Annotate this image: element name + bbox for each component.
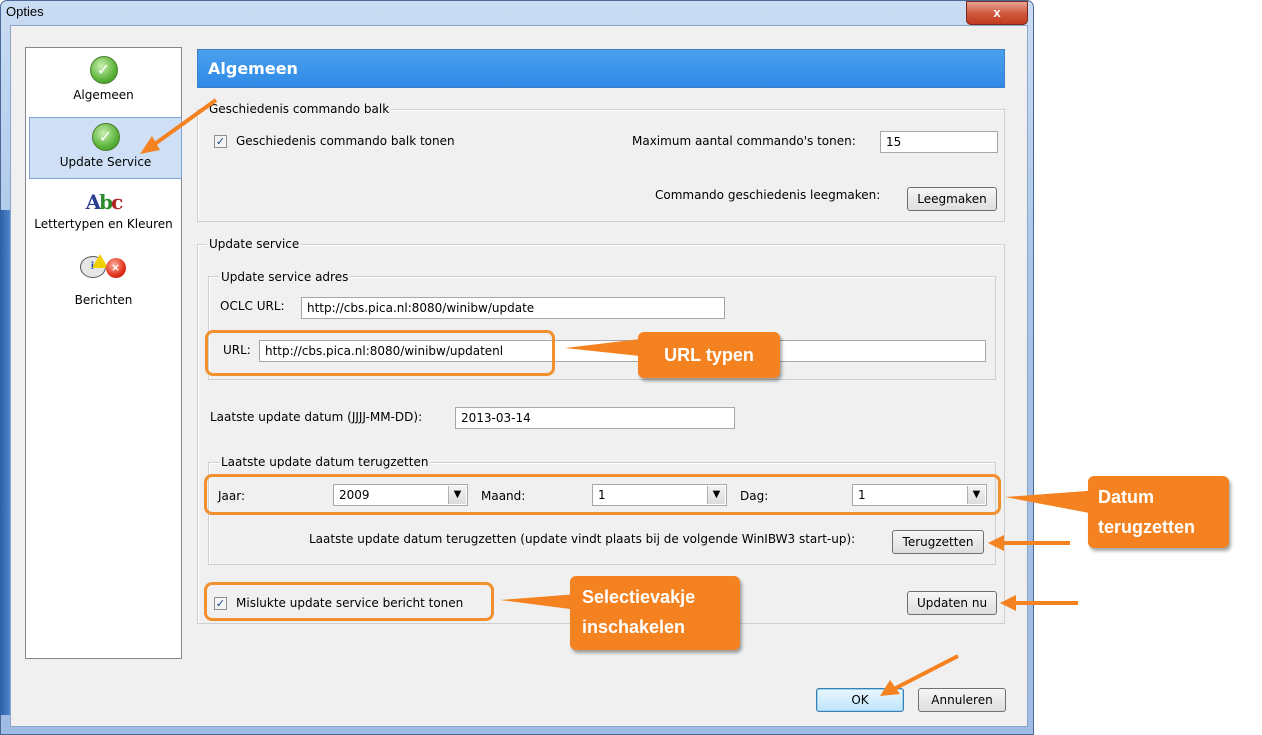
callout-checkbox: Selectievakje inschakelen	[570, 576, 740, 650]
callout-date-line1: Datum	[1098, 487, 1155, 507]
callout-checkbox-line2: inschakelen	[582, 617, 686, 637]
arrow-ok	[891, 654, 959, 692]
date-callout-pointer	[1005, 490, 1100, 515]
callout-date-line2: terugzetten	[1098, 517, 1196, 537]
callout-date: Datum terugzetten	[1088, 476, 1229, 548]
url-callout-pointer	[565, 339, 640, 356]
arrow-update-service	[150, 98, 218, 148]
callout-url: URL typen	[638, 332, 780, 378]
callout-checkbox-line1: Selectievakje	[582, 587, 696, 607]
checkbox-callout-pointer	[500, 594, 578, 610]
